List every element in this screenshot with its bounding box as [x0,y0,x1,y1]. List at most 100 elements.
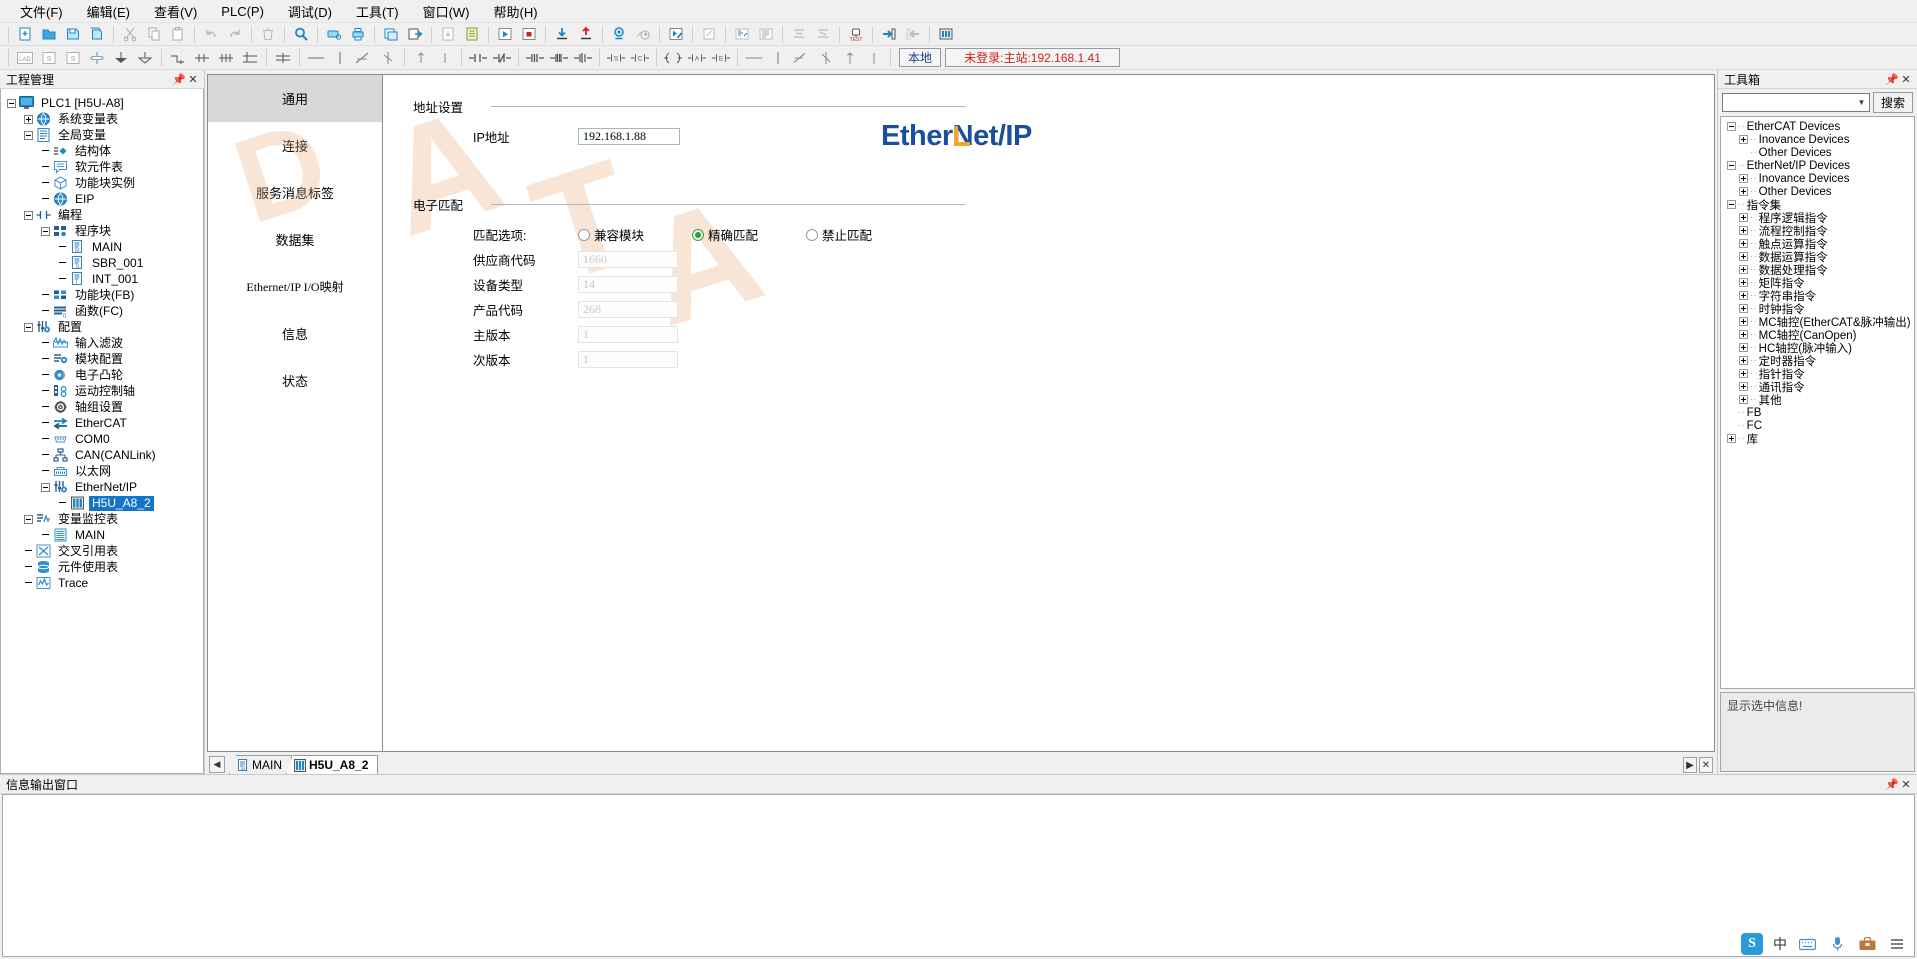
run-button[interactable] [494,24,516,45]
align-split-button[interactable] [812,24,834,45]
tree-item-编程[interactable]: 编程 [1,207,203,223]
tree-item-can-canlink-[interactable]: CAN(CANLink) [1,447,203,463]
del-diag-button[interactable] [791,47,813,68]
tab-dataset[interactable]: 数据集 [208,216,382,263]
tree-item-电子凸轮[interactable]: 电子凸轮 [1,367,203,383]
pin-icon[interactable]: 📌 [1885,72,1899,86]
radio-disable-match[interactable]: 禁止匹配 [806,225,872,244]
expand-icon[interactable] [24,114,33,124]
tab-connection[interactable]: 连接 [208,122,382,169]
tree-item-功能块实例[interactable]: 功能块实例 [1,175,203,191]
st2-mode-button[interactable]: S [62,47,84,68]
mic-icon[interactable] [1827,934,1847,954]
collapse-icon[interactable] [1727,122,1736,131]
sogou-ime-icon[interactable]: S [1741,933,1763,955]
pin-icon[interactable]: 📌 [1885,777,1899,791]
down-arrow-button[interactable] [434,47,456,68]
chevron-left-icon[interactable]: ◀ [209,756,225,773]
chevron-down-icon[interactable]: ▼ [1854,98,1869,107]
align-top-button[interactable] [788,24,810,45]
radio-exact-match[interactable]: 精确匹配 [692,225,758,244]
tree-item-元件使用表[interactable]: 元件使用表 [1,559,203,575]
expand-icon[interactable] [1739,226,1748,235]
open-file-button[interactable] [38,24,60,45]
pin-icon[interactable]: 📌 [172,72,186,86]
delete-hline-button[interactable] [353,47,375,68]
reset-coil-button[interactable]: C [629,47,651,68]
insert-down2-button[interactable] [134,47,156,68]
contact-nc-button[interactable] [491,47,513,68]
up-arrow-button[interactable] [410,47,432,68]
download-plc-button[interactable] [551,24,573,45]
toolbox-icon[interactable] [1857,934,1877,954]
device-panel-button[interactable] [935,24,957,45]
expand-icon[interactable] [1739,343,1748,352]
delete-vline-button[interactable] [377,47,399,68]
inst-a-button[interactable]: A [686,47,708,68]
stop-button[interactable] [518,24,540,45]
edit-mode-button[interactable] [698,24,720,45]
tree-item-轴组设置[interactable]: 轴组设置 [1,399,203,415]
inst-e-button[interactable]: E [710,47,732,68]
vline-tool-button[interactable] [767,47,789,68]
toolbox-tree[interactable]: ·· EtherCAT Devices ·· Inovance Devices ·· Ot… [1720,116,1915,689]
chevron-right-icon[interactable]: ▶ [1683,757,1697,773]
coil-button[interactable] [662,47,684,68]
set-coil-button[interactable]: S [605,47,627,68]
toolbox-item[interactable]: ·· EtherNet/IP Devices [1721,159,1914,172]
branch-merge-button[interactable] [272,47,294,68]
tree-item-功能块-fb-[interactable]: 功能块(FB) [1,287,203,303]
device-type-input[interactable] [578,276,678,293]
tree-item-系统变量表[interactable]: 系统变量表 [1,111,203,127]
expand-icon[interactable] [1739,213,1748,222]
save-button[interactable] [62,24,84,45]
expand-icon[interactable] [1739,265,1748,274]
delete-button[interactable] [257,24,279,45]
menu-edit[interactable]: 编辑(E) [75,0,142,24]
branch-down-button[interactable] [167,47,189,68]
copy-button[interactable] [143,24,165,45]
expand-icon[interactable] [1739,174,1748,183]
expand-icon[interactable] [1739,369,1748,378]
search-icon[interactable] [290,24,312,45]
close-icon[interactable]: ✕ [1699,757,1713,773]
branch-t3-button[interactable] [215,47,237,68]
project-tree[interactable]: PLC1 [H5U-A8] 系统变量表 全局变量 结构体 软元件表 功能块实例 EIP 编程程… [0,89,204,774]
menu-help[interactable]: 帮助(H) [482,0,550,24]
collapse-icon[interactable] [1727,161,1736,170]
tab-info[interactable]: 信息 [208,310,382,357]
tree-item-变量监控表[interactable]: 变量监控表 [1,511,203,527]
contact-rise-button[interactable] [524,47,546,68]
tree-item-配置[interactable]: 配置 [1,319,203,335]
tree-item-软元件表[interactable]: 软元件表 [1,159,203,175]
expand-icon[interactable] [1739,291,1748,300]
tree-item-ethercat[interactable]: EtherCAT [1,415,203,431]
toolbox-item[interactable]: ·· 其他 [1721,393,1914,407]
menu-view[interactable]: 查看(V) [142,0,209,24]
compile-all-button[interactable] [755,24,777,45]
tab-io-mapping[interactable]: Ethernet/IP I/O映射 [208,263,382,310]
contact-fall-button[interactable] [548,47,570,68]
monitor-timing-button[interactable] [632,24,654,45]
doctab-h5u-a8-2[interactable]: H5U_A8_2 [286,755,379,774]
expand-icon[interactable] [1739,382,1748,391]
menu-debug[interactable]: 调试(D) [276,0,344,24]
toolbox-item[interactable]: ·· 指针指令 [1721,367,1914,381]
contact-rise2-button[interactable] [572,47,594,68]
close-icon[interactable]: ✕ [186,72,200,86]
toolbox-item[interactable]: ·· 定时器指令 [1721,354,1914,368]
redo-button[interactable] [224,24,246,45]
tab-status[interactable]: 状态 [208,357,382,404]
tree-item-程序块[interactable]: 程序块 [1,223,203,239]
print-preview-button[interactable] [323,24,345,45]
menu-plc[interactable]: PLC(P) [209,1,276,22]
contact-no-button[interactable] [467,47,489,68]
expand-icon[interactable] [1739,135,1748,144]
collapse-icon[interactable] [1727,200,1736,209]
menu-tools[interactable]: 工具(T) [344,0,411,24]
window-tile-button[interactable] [380,24,402,45]
expand-icon[interactable] [1739,317,1748,326]
local-mode-chip[interactable]: 本地 [899,48,942,67]
expand-icon[interactable] [1739,330,1748,339]
upload-plc-button[interactable] [575,24,597,45]
